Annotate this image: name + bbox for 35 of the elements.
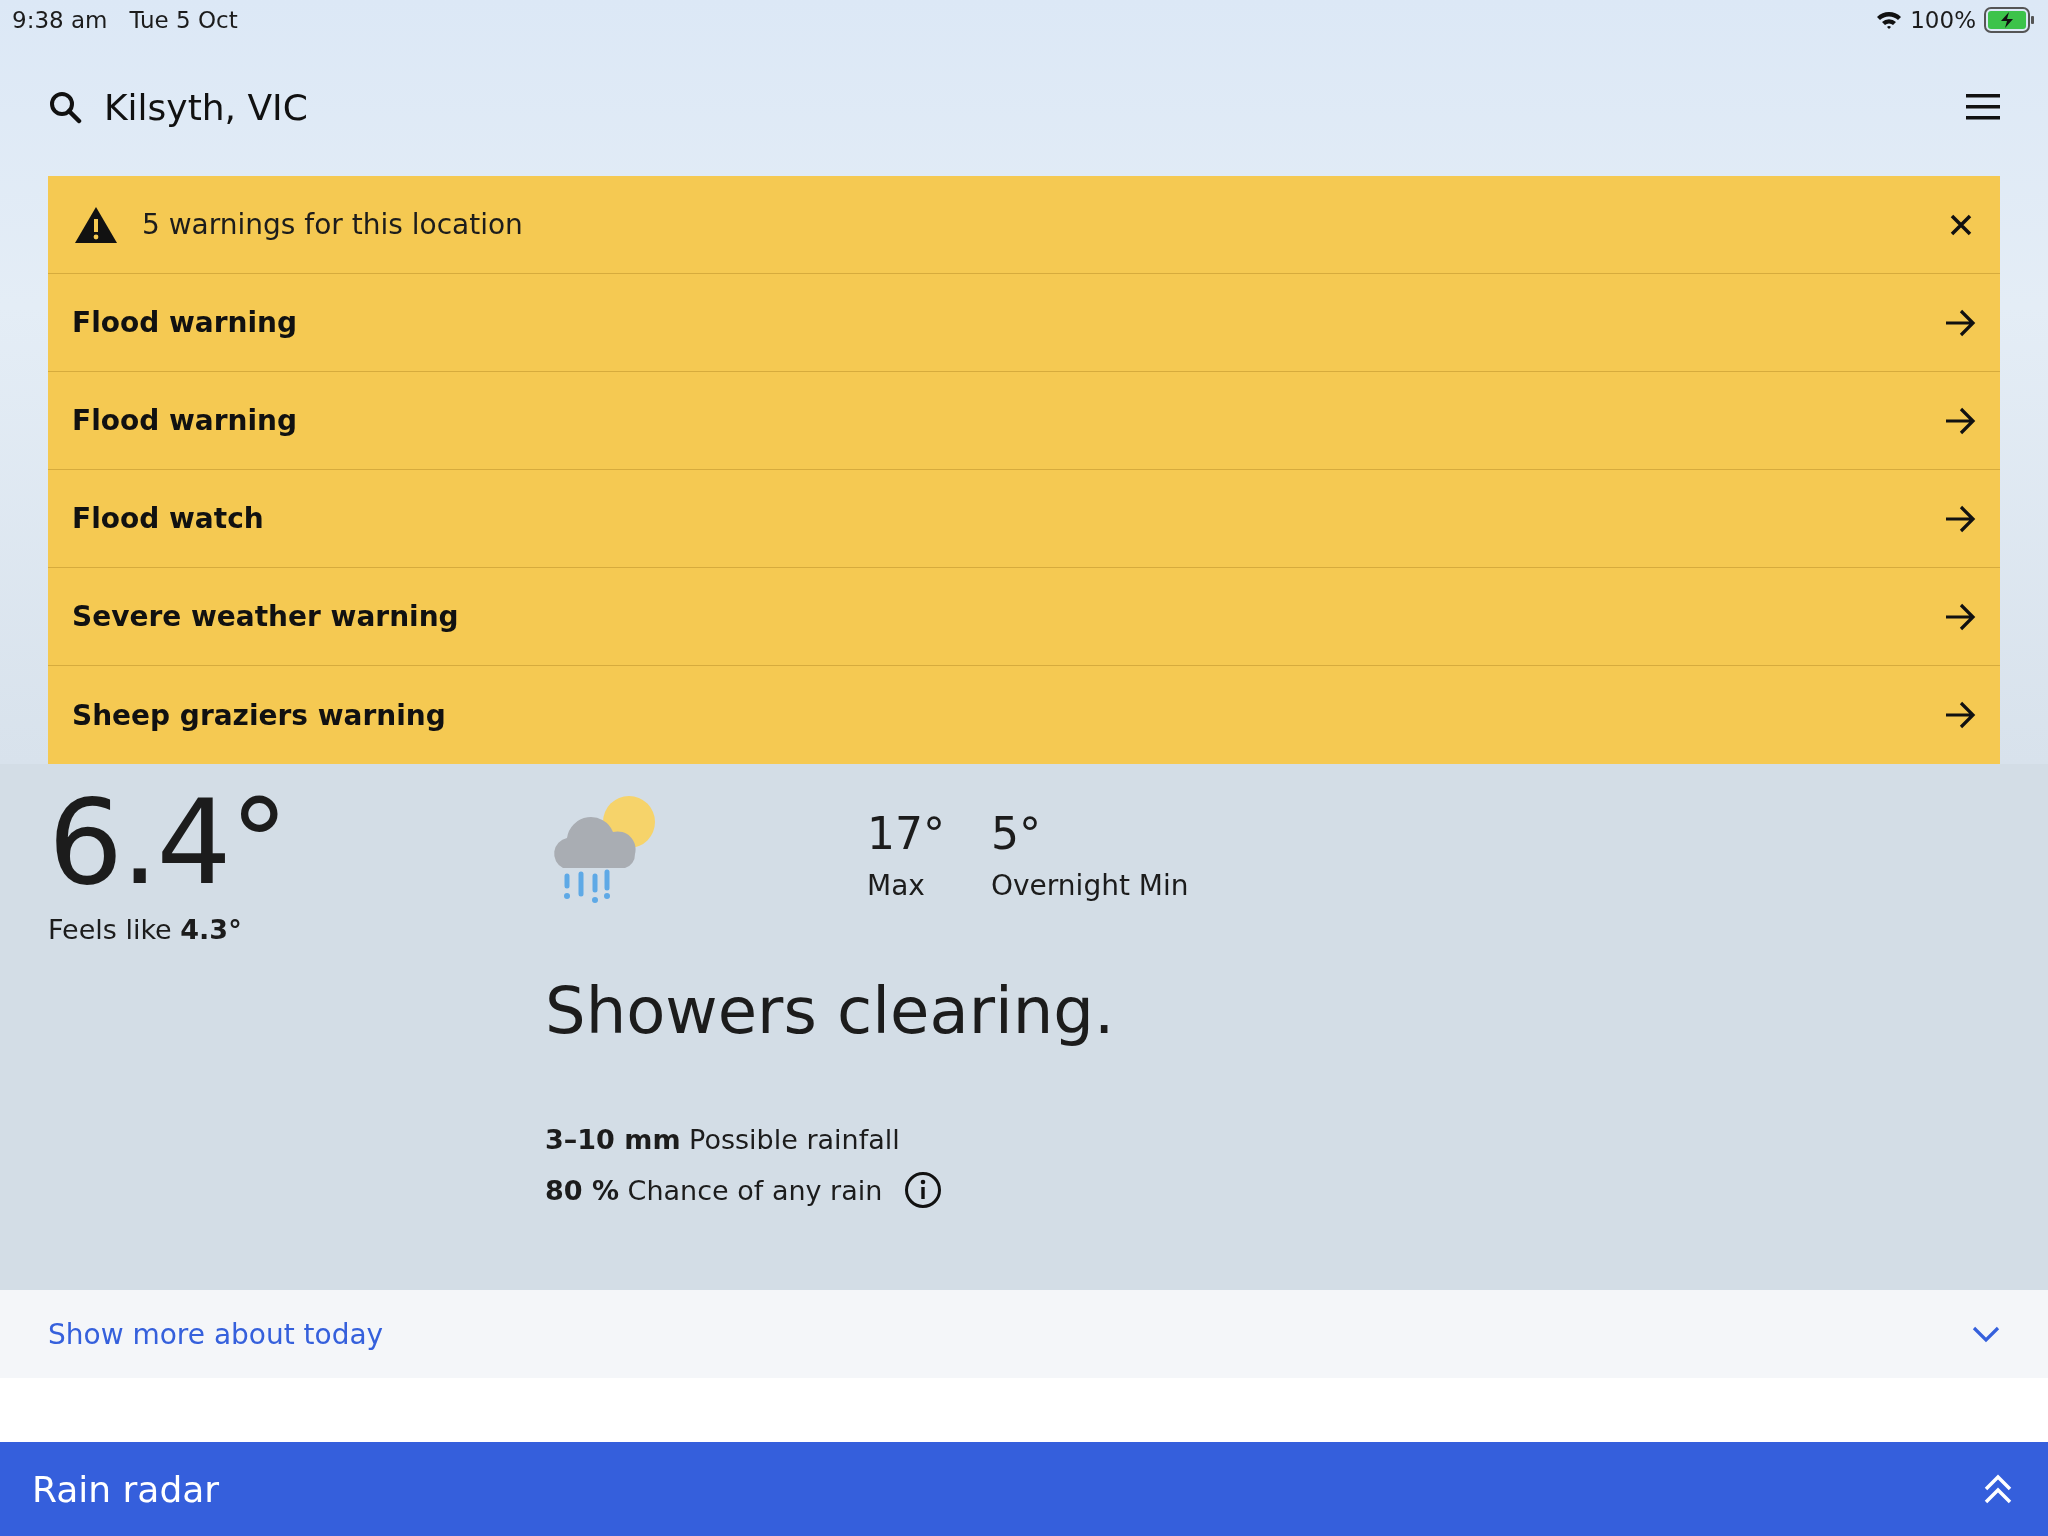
- warning-icon: [74, 205, 118, 244]
- status-date: Tue 5 Oct: [129, 7, 238, 33]
- search-button[interactable]: Kilsyth, VIC: [48, 86, 308, 128]
- close-icon[interactable]: [1950, 213, 1972, 236]
- warnings-summary: 5 warnings for this location: [142, 208, 524, 241]
- menu-icon[interactable]: [1966, 94, 2000, 120]
- arrow-right-icon: [1944, 504, 1976, 533]
- warning-link[interactable]: Flood warning: [48, 274, 2000, 372]
- warning-link[interactable]: Flood watch: [48, 470, 2000, 568]
- battery-icon: [1984, 7, 2036, 33]
- info-icon[interactable]: [904, 1171, 943, 1209]
- chevron-down-icon: [1972, 1325, 2000, 1343]
- warning-link[interactable]: Flood warning: [48, 372, 2000, 470]
- rain-radar-bar[interactable]: Rain radar: [0, 1442, 2048, 1536]
- search-icon: [48, 90, 82, 124]
- forecast-summary: Showers clearing.: [545, 974, 1116, 1048]
- feels-like: Feels like 4.3°: [48, 913, 243, 945]
- max-temperature: 17°: [867, 808, 945, 859]
- arrow-right-icon: [1944, 602, 1976, 631]
- arrow-right-icon: [1944, 406, 1976, 435]
- current-temperature: 6.4°: [48, 778, 288, 908]
- arrow-right-icon: [1944, 308, 1976, 337]
- wifi-icon: [1876, 10, 1903, 30]
- show-more-link[interactable]: Show more about today: [0, 1290, 2048, 1378]
- status-time: 9:38 am: [12, 7, 108, 33]
- max-label: Max: [867, 869, 926, 902]
- warning-link[interactable]: Severe weather warning: [48, 568, 2000, 666]
- warning-link[interactable]: Sheep graziers warning: [48, 666, 2000, 764]
- rain-chance: 80 % Chance of any rain: [545, 1174, 883, 1206]
- double-chevron-up-icon: [1984, 1473, 2012, 1505]
- rainfall-amount: 3–10 mm Possible rainfall: [545, 1124, 901, 1155]
- battery-percent: 100%: [1910, 7, 1976, 33]
- min-temperature: 5°: [991, 808, 1042, 859]
- arrow-right-icon: [1944, 701, 1976, 729]
- min-label: Overnight Min: [991, 869, 1189, 902]
